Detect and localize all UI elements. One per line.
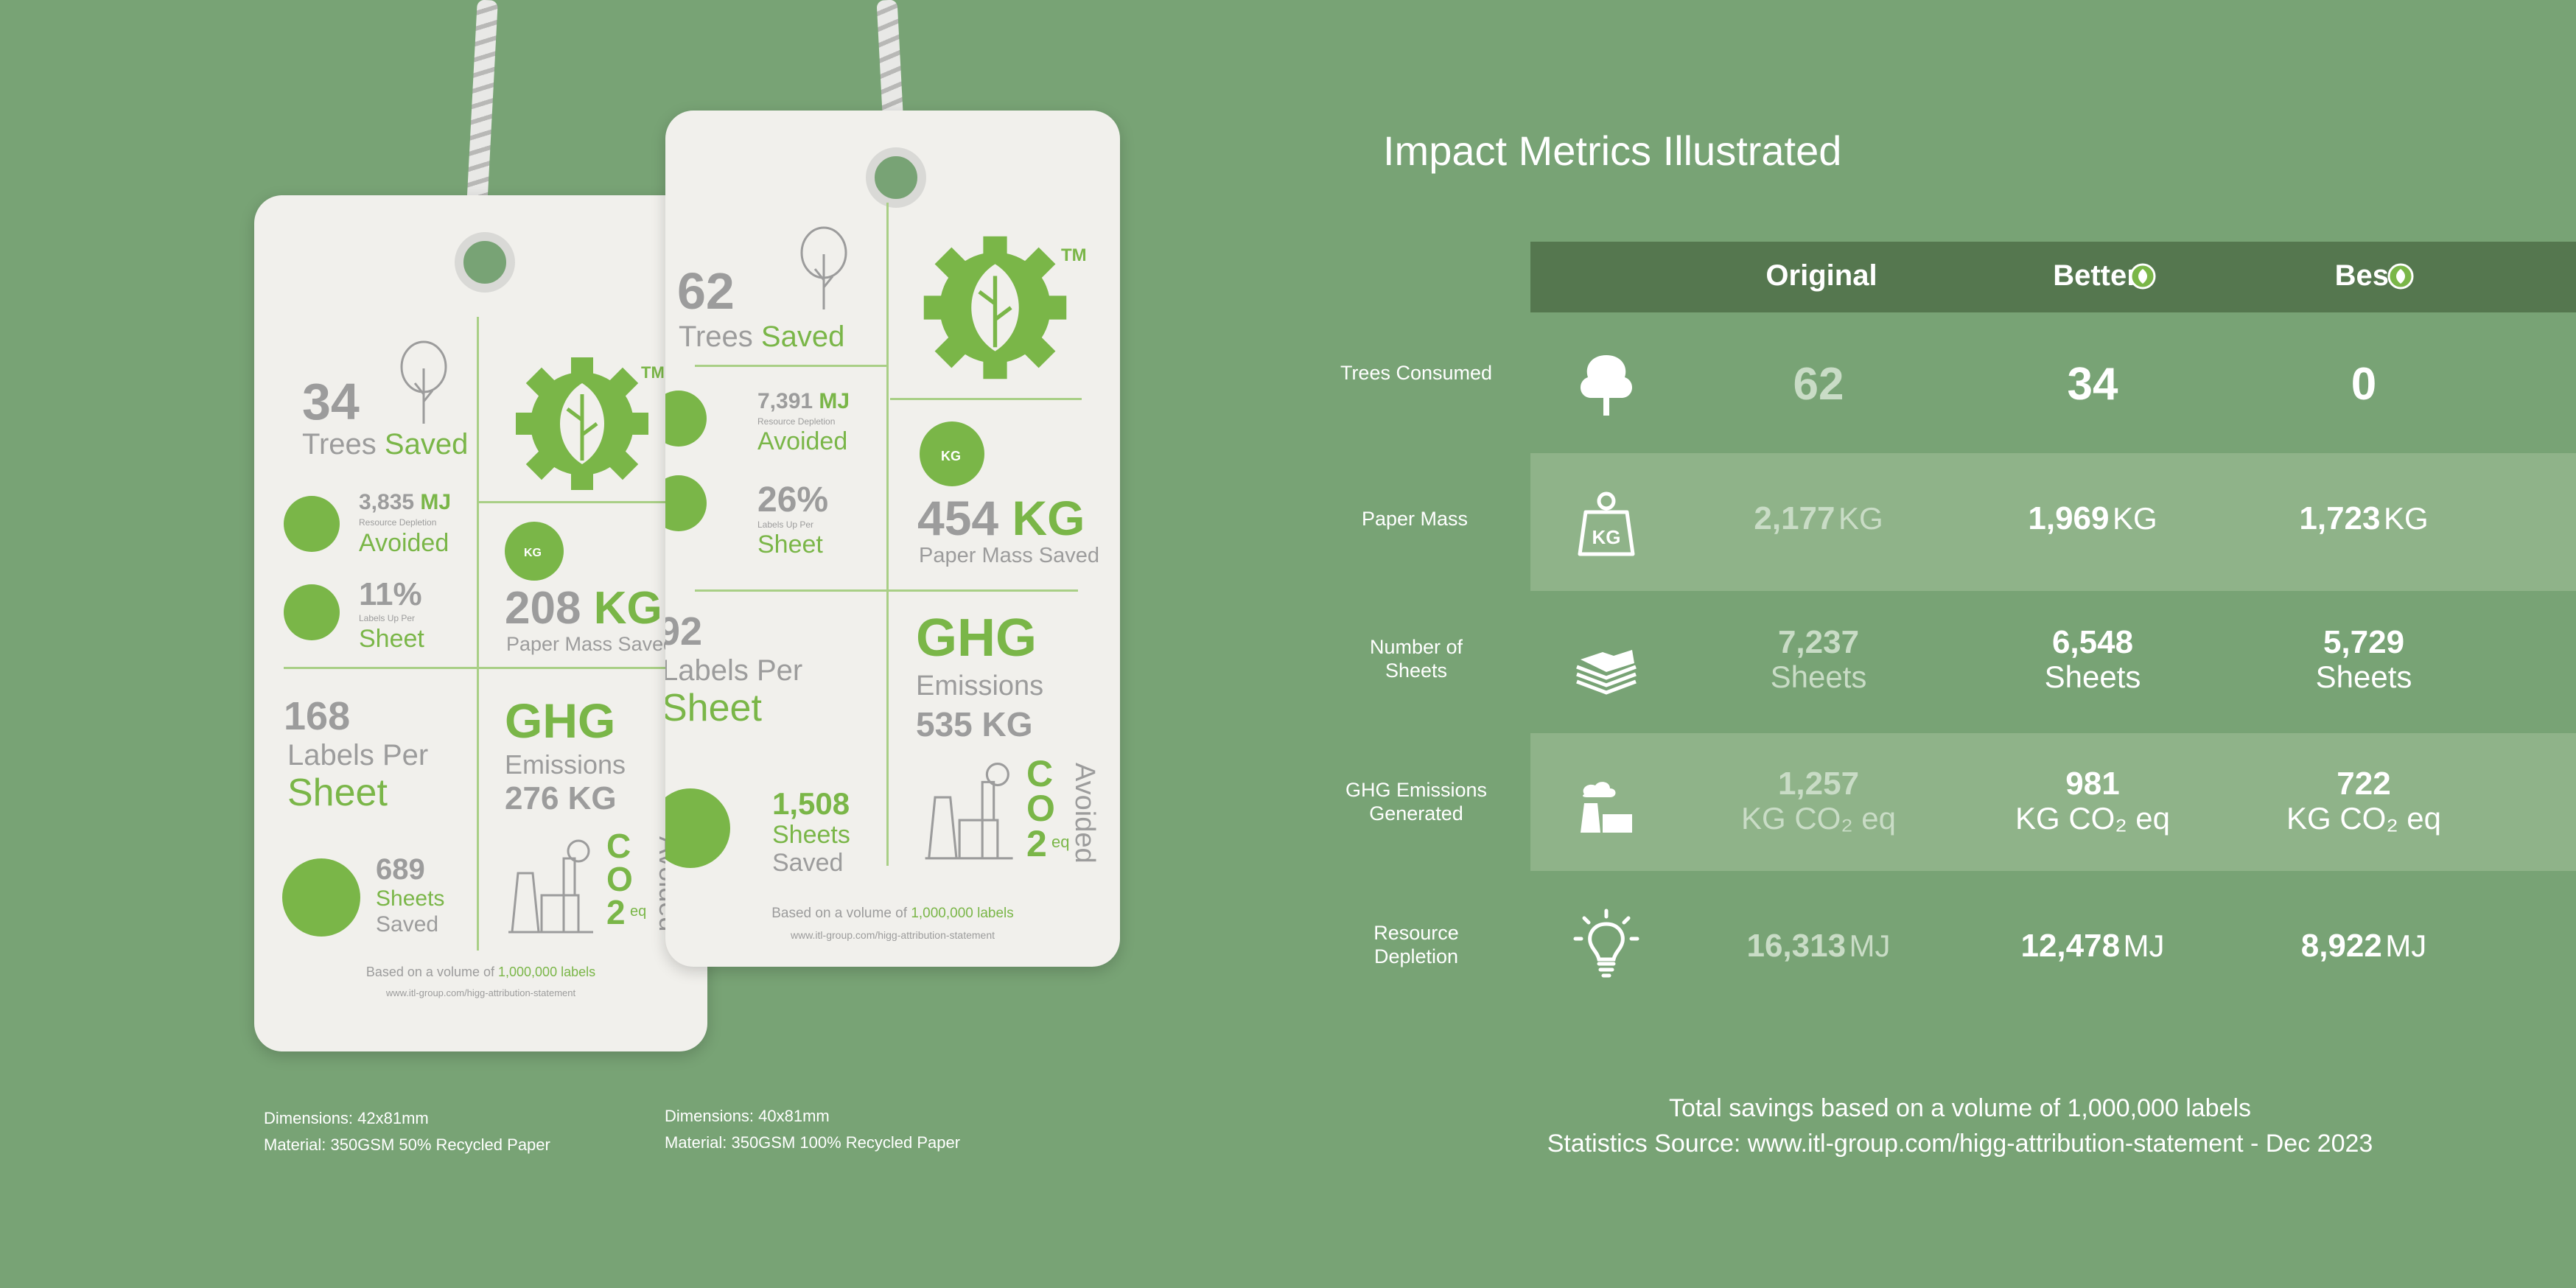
- trees-saved-number: 34: [302, 373, 360, 430]
- kg-badge: KG: [524, 547, 542, 559]
- table-header: Original Better Best: [1530, 242, 2576, 312]
- factory-outline-icon: [925, 763, 1013, 860]
- row-label-paper-mass: Paper Mass: [1361, 508, 1469, 530]
- factory-outline-icon: [508, 839, 593, 934]
- row-label-sheets: Number of Sheets: [1369, 636, 1463, 682]
- cell-ghg-original: 1,257 KG CO₂ eq: [1740, 766, 1897, 836]
- tm-mark: TM: [641, 363, 665, 382]
- lightbulb-circle-icon: [284, 496, 340, 552]
- paper-stack-icon: [1576, 650, 1637, 695]
- weight-kg-icon: KG: [1578, 491, 1635, 556]
- hang-tag-right: 62 Trees Saved TM 7,391 MJ Resource Depl…: [665, 111, 1120, 967]
- paper-stack-circle-icon: [284, 584, 340, 640]
- cell-ghg-best: 722 KG CO₂ eq: [2286, 766, 2442, 836]
- gear-leaf-badge-icon: [2129, 263, 2156, 290]
- tree-outline-icon: [400, 340, 447, 424]
- cell-resource-original: 16,313 MJ: [1746, 928, 1891, 964]
- cell-trees-better: 34: [2067, 359, 2118, 410]
- tree-icon: [1580, 355, 1633, 416]
- row-label-ghg: GHG Emissions Generated: [1345, 779, 1488, 825]
- tag-string: [466, 0, 498, 222]
- paper-stack-circle-icon: [282, 858, 360, 937]
- cell-sheets-original: 7,237 Sheets: [1770, 624, 1867, 695]
- svg-text:KG: KG: [1592, 526, 1621, 548]
- gear-leaf-logo-icon: [516, 357, 648, 490]
- row-label-resource: Resource Depletion: [1373, 922, 1459, 967]
- gear-leaf-badge-icon: [2387, 263, 2414, 290]
- kg-badge: KG: [941, 449, 961, 463]
- col-header-better: Better: [2053, 259, 2138, 292]
- cell-sheets-best: 5,729 Sheets: [2315, 624, 2412, 695]
- cell-sheets-better: 6,548 Sheets: [2044, 624, 2141, 695]
- paper-stack-circle-icon: [665, 475, 707, 531]
- page-title: Impact Metrics Illustrated: [1383, 127, 1842, 174]
- footer-source-note: Statistics Source: www.itl-group.com/hig…: [1547, 1130, 2373, 1158]
- col-header-best: Best: [2334, 259, 2399, 292]
- footer-volume-note: Total savings based on a volume of 1,000…: [1668, 1094, 2252, 1122]
- gear-leaf-logo-icon: [923, 236, 1067, 379]
- tag-eyelet: [455, 232, 515, 293]
- cell-mass-best: 1,723 KG: [2299, 500, 2429, 536]
- cell-mass-original: 2,177 KG: [1754, 500, 1883, 536]
- col-header-original: Original: [1765, 259, 1877, 292]
- factory-icon: [1581, 782, 1632, 833]
- tag-eyelet: [866, 147, 926, 208]
- tree-outline-icon: [800, 226, 847, 309]
- paper-stack-circle-icon: [665, 788, 730, 868]
- cell-ghg-better: 981 KG CO₂ eq: [2015, 766, 2171, 836]
- cell-trees-original: 62: [1793, 359, 1844, 410]
- cell-mass-better: 1,969 KG: [2028, 500, 2157, 536]
- tag-dimensions-right: Dimensions: 40x81mm Material: 350GSM 100…: [665, 1107, 961, 1152]
- row-label-trees: Trees Consumed: [1340, 362, 1493, 384]
- cell-trees-best: 0: [2351, 359, 2377, 410]
- lightbulb-circle-icon: [665, 391, 707, 447]
- trees-word: Trees: [302, 428, 377, 461]
- cell-resource-better: 12,478 MJ: [2020, 928, 2165, 964]
- table-footer: Total savings based on a volume of 1,000…: [1400, 1091, 2520, 1161]
- trees-saved-word: Saved: [384, 428, 469, 461]
- hang-tag-left: 34 Trees Saved TM 3,835 MJ Resource Depl…: [254, 195, 707, 1051]
- tag-dimensions-left: Dimensions: 42x81mm Material: 350GSM 50%…: [264, 1109, 550, 1154]
- cell-resource-best: 8,922 MJ: [2300, 928, 2427, 964]
- lightbulb-icon: [1573, 909, 1639, 978]
